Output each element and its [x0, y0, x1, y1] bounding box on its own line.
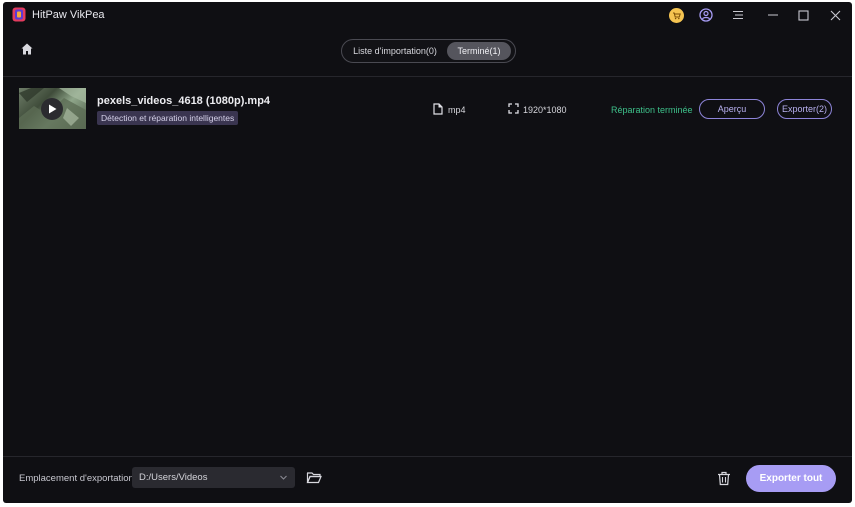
export-location-label: Emplacement d'exportation	[19, 473, 134, 484]
tab-import-list[interactable]: Liste d'importation(0)	[346, 42, 444, 60]
export-button[interactable]: Exporter(2)	[777, 99, 832, 119]
footer-divider	[3, 456, 852, 457]
cart-icon	[668, 7, 684, 23]
video-thumbnail[interactable]	[19, 88, 86, 129]
export-path-value: D:/Users/Videos	[139, 472, 208, 483]
resolution-icon	[508, 103, 519, 114]
play-icon	[48, 104, 56, 114]
file-format-icon	[433, 103, 443, 115]
minimize-button[interactable]	[764, 6, 782, 24]
file-name: pexels_videos_4618 (1080p).mp4	[97, 95, 271, 107]
export-path-select[interactable]: D:/Users/Videos	[132, 467, 295, 488]
user-icon	[699, 8, 713, 22]
close-button[interactable]	[826, 6, 844, 24]
resolution: 1920*1080	[523, 105, 567, 115]
app-window: HitPaw VikPea Liste d'importation(0) Ter…	[3, 2, 852, 503]
account-button[interactable]	[697, 6, 715, 24]
preview-button[interactable]: Aperçu	[699, 99, 765, 119]
trash-icon	[718, 471, 730, 486]
menu-icon	[733, 10, 743, 20]
app-title: HitPaw VikPea	[32, 9, 105, 21]
delete-button[interactable]	[717, 471, 731, 491]
app-logo-icon	[12, 7, 26, 22]
chevron-down-icon	[280, 475, 287, 480]
open-folder-button[interactable]	[306, 471, 322, 489]
mode-badge: Détection et réparation intelligentes	[97, 111, 239, 125]
minimize-icon	[768, 14, 778, 16]
cart-button[interactable]	[667, 6, 685, 24]
maximize-icon	[797, 9, 809, 21]
title-bar: HitPaw VikPea	[3, 2, 852, 28]
file-row: pexels_videos_4618 (1080p).mp4 Détection…	[3, 86, 852, 136]
maximize-button[interactable]	[794, 6, 812, 24]
header-divider	[3, 76, 852, 77]
home-icon	[21, 43, 33, 55]
folder-icon	[306, 472, 322, 484]
play-button[interactable]	[41, 98, 63, 120]
home-button[interactable]	[20, 42, 36, 58]
status-text: Réparation terminée	[611, 105, 693, 115]
close-icon	[830, 10, 840, 20]
tab-completed[interactable]: Terminé(1)	[447, 42, 511, 60]
file-format: mp4	[448, 105, 466, 115]
tab-switcher: Liste d'importation(0) Terminé(1)	[341, 39, 516, 63]
menu-button[interactable]	[729, 6, 747, 24]
export-all-button[interactable]: Exporter tout	[746, 465, 836, 492]
